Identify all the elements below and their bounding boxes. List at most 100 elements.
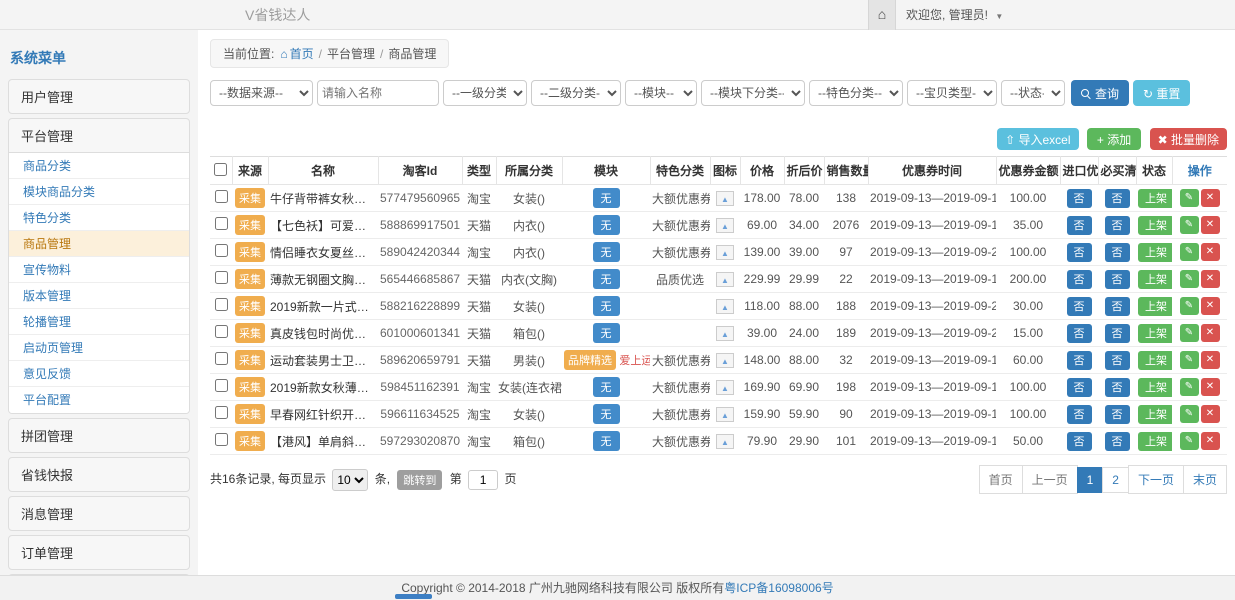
edit-button[interactable]: ✎ (1180, 216, 1199, 234)
user-menu[interactable]: 欢迎您, 管理员! ▼ (906, 0, 1003, 32)
data-source-select[interactable]: --数据来源-- (210, 80, 313, 106)
imported-toggle-button[interactable]: 否 (1067, 189, 1092, 208)
query-button[interactable]: 查询 (1071, 80, 1129, 106)
row-checkbox[interactable] (215, 325, 228, 338)
batch-delete-button[interactable]: ✖ 批量删除 (1150, 128, 1227, 150)
must-buy-toggle-button[interactable]: 否 (1105, 324, 1130, 343)
page-button[interactable]: 1 (1077, 467, 1104, 493)
row-checkbox[interactable] (215, 190, 228, 203)
submenu-item-module-goods-category[interactable]: 模块商品分类 (9, 179, 189, 205)
status-button[interactable]: 上架 (1138, 270, 1172, 289)
imported-toggle-button[interactable]: 否 (1067, 351, 1092, 370)
breadcrumb-home-link[interactable]: 首页 (290, 47, 314, 61)
reset-button[interactable]: ↻ 重置 (1133, 80, 1190, 106)
edit-button[interactable]: ✎ (1180, 378, 1199, 396)
icp-link[interactable]: 粤ICP备16098006号 (724, 581, 833, 595)
edit-button[interactable]: ✎ (1180, 243, 1199, 261)
must-buy-toggle-button[interactable]: 否 (1105, 243, 1130, 262)
module-select[interactable]: --模块-- (625, 80, 697, 106)
imported-toggle-button[interactable]: 否 (1067, 378, 1092, 397)
name-search-input[interactable] (317, 80, 439, 106)
submenu-item-carousel-management[interactable]: 轮播管理 (9, 309, 189, 335)
delete-button[interactable]: ✕ (1201, 351, 1220, 369)
delete-button[interactable]: ✕ (1201, 189, 1220, 207)
sidebar-item-groupbuy-management[interactable]: 拼团管理 (8, 418, 190, 453)
delete-button[interactable]: ✕ (1201, 432, 1220, 450)
status-button[interactable]: 上架 (1138, 297, 1172, 316)
level1-category-select[interactable]: --一级分类-- (443, 80, 527, 106)
sidebar-item-saving-express[interactable]: 省钱快报 (8, 457, 190, 492)
sidebar-item-message-management[interactable]: 消息管理 (8, 496, 190, 531)
submenu-item-feature-category[interactable]: 特色分类 (9, 205, 189, 231)
status-select[interactable]: --状态-- (1001, 80, 1065, 106)
must-buy-toggle-button[interactable]: 否 (1105, 378, 1130, 397)
submenu-item-platform-config[interactable]: 平台配置 (9, 387, 189, 413)
submenu-item-goods-management[interactable]: 商品管理 (9, 231, 189, 257)
page-button[interactable]: 上一页 (1022, 465, 1078, 494)
delete-button[interactable]: ✕ (1201, 270, 1220, 288)
status-button[interactable]: 上架 (1138, 405, 1172, 424)
edit-button[interactable]: ✎ (1180, 270, 1199, 288)
delete-button[interactable]: ✕ (1201, 378, 1220, 396)
status-button[interactable]: 上架 (1138, 432, 1172, 451)
row-checkbox[interactable] (215, 379, 228, 392)
row-checkbox[interactable] (215, 298, 228, 311)
must-buy-toggle-button[interactable]: 否 (1105, 216, 1130, 235)
sidebar-item-user-management[interactable]: 用户管理 (8, 79, 190, 114)
must-buy-toggle-button[interactable]: 否 (1105, 189, 1130, 208)
select-all-checkbox[interactable] (214, 163, 227, 176)
must-buy-toggle-button[interactable]: 否 (1105, 432, 1130, 451)
edit-button[interactable]: ✎ (1180, 324, 1199, 342)
item-type-select[interactable]: --宝贝类型-- (907, 80, 997, 106)
jump-button[interactable]: 跳转到 (397, 470, 442, 490)
imported-toggle-button[interactable]: 否 (1067, 297, 1092, 316)
row-checkbox[interactable] (215, 406, 228, 419)
submenu-item-version-management[interactable]: 版本管理 (9, 283, 189, 309)
edit-button[interactable]: ✎ (1180, 189, 1199, 207)
home-button[interactable]: ⌂ (868, 0, 896, 30)
edit-button[interactable]: ✎ (1180, 432, 1199, 450)
row-checkbox[interactable] (215, 352, 228, 365)
submenu-item-splash-management[interactable]: 启动页管理 (9, 335, 189, 361)
feature-category-select[interactable]: --特色分类-- (809, 80, 903, 106)
status-button[interactable]: 上架 (1138, 189, 1172, 208)
imported-toggle-button[interactable]: 否 (1067, 243, 1092, 262)
import-excel-button[interactable]: ⇧ 导入excel (997, 128, 1078, 150)
submenu-item-goods-category[interactable]: 商品分类 (9, 153, 189, 179)
page-button[interactable]: 首页 (979, 465, 1023, 494)
sidebar-item-order-management[interactable]: 订单管理 (8, 535, 190, 570)
imported-toggle-button[interactable]: 否 (1067, 324, 1092, 343)
must-buy-toggle-button[interactable]: 否 (1105, 405, 1130, 424)
submenu-item-feedback[interactable]: 意见反馈 (9, 361, 189, 387)
delete-button[interactable]: ✕ (1201, 324, 1220, 342)
add-button[interactable]: + 添加 (1087, 128, 1141, 150)
delete-button[interactable]: ✕ (1201, 216, 1220, 234)
submenu-item-promo-materials[interactable]: 宣传物料 (9, 257, 189, 283)
must-buy-toggle-button[interactable]: 否 (1105, 297, 1130, 316)
page-button[interactable]: 2 (1102, 467, 1129, 493)
row-checkbox[interactable] (215, 244, 228, 257)
page-button[interactable]: 末页 (1183, 465, 1227, 494)
edit-button[interactable]: ✎ (1180, 351, 1199, 369)
status-button[interactable]: 上架 (1138, 216, 1172, 235)
delete-button[interactable]: ✕ (1201, 405, 1220, 423)
imported-toggle-button[interactable]: 否 (1067, 270, 1092, 289)
imported-toggle-button[interactable]: 否 (1067, 432, 1092, 451)
row-checkbox[interactable] (215, 271, 228, 284)
jump-page-input[interactable] (468, 470, 498, 490)
must-buy-toggle-button[interactable]: 否 (1105, 351, 1130, 370)
per-page-select[interactable]: 10 (332, 469, 368, 491)
imported-toggle-button[interactable]: 否 (1067, 216, 1092, 235)
horizontal-scrollbar-thumb[interactable] (395, 594, 432, 599)
status-button[interactable]: 上架 (1138, 243, 1172, 262)
status-button[interactable]: 上架 (1138, 324, 1172, 343)
page-button[interactable]: 下一页 (1128, 465, 1184, 494)
imported-toggle-button[interactable]: 否 (1067, 405, 1092, 424)
module-subcategory-select[interactable]: --模块下分类-- (701, 80, 805, 106)
status-button[interactable]: 上架 (1138, 378, 1172, 397)
delete-button[interactable]: ✕ (1201, 297, 1220, 315)
edit-button[interactable]: ✎ (1180, 405, 1199, 423)
row-checkbox[interactable] (215, 433, 228, 446)
delete-button[interactable]: ✕ (1201, 243, 1220, 261)
sidebar-item-label[interactable]: 平台管理 (9, 119, 189, 152)
